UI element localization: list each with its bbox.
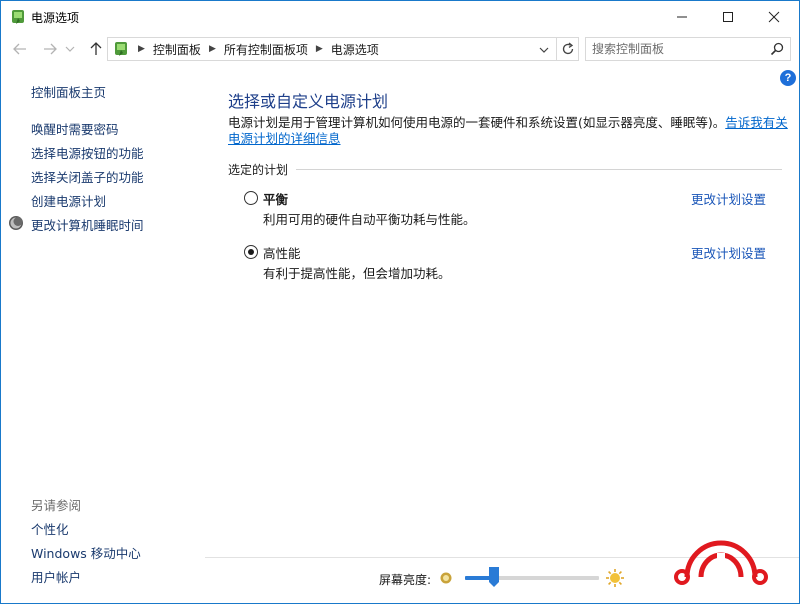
brightness-label: 屏幕亮度: <box>379 573 432 587</box>
title-bar[interactable]: 电源选项 <box>1 1 799 33</box>
address-bar[interactable]: ▶ 控制面板 ▶ 所有控制面板项 ▶ 电源选项 <box>107 37 579 61</box>
arrow-up-icon <box>90 42 102 55</box>
brightness-low-icon <box>440 572 452 584</box>
headphones-logo-icon <box>674 540 768 585</box>
brightness-slider-thumb[interactable] <box>489 567 499 587</box>
breadcrumb-power-options[interactable]: 电源选项 <box>331 41 379 58</box>
maximize-icon <box>723 12 733 22</box>
sidebar: 控制面板主页 唤醒时需要密码 选择电源按钮的功能 选择关闭盖子的功能 创建电源计… <box>1 65 205 603</box>
sidebar-link-create-plan[interactable]: 创建电源计划 <box>31 191 106 210</box>
recent-locations-button[interactable] <box>63 38 77 60</box>
search-icon[interactable] <box>770 42 784 56</box>
chevron-down-icon <box>539 47 549 53</box>
plan-name-balanced[interactable]: 平衡 <box>263 189 288 208</box>
sidebar-link-power-buttons[interactable]: 选择电源按钮的功能 <box>31 143 144 162</box>
refresh-icon <box>562 42 573 55</box>
address-history-button[interactable] <box>536 42 552 58</box>
brightness-high-icon <box>606 569 624 587</box>
close-icon <box>768 11 780 23</box>
sidebar-link-personalization[interactable]: 个性化 <box>31 519 69 538</box>
section-divider <box>296 168 782 170</box>
power-options-window: 电源选项 ▶ 控制面板 ▶ 所有控制面板项 ▶ 电源选项 搜索控制面板 ? 控制… <box>0 0 800 604</box>
arrow-left-icon <box>13 43 26 55</box>
maximize-button[interactable] <box>705 1 751 33</box>
search-box[interactable] <box>585 37 791 61</box>
sidebar-link-mobility-center[interactable]: Windows 移动中心 <box>31 543 141 562</box>
refresh-button[interactable] <box>556 38 578 60</box>
page-description: 电源计划是用于管理计算机如何使用电源的一套硬件和系统设置(如显示器亮度、睡眠等)… <box>228 115 788 147</box>
navigation-bar: ▶ 控制面板 ▶ 所有控制面板项 ▶ 电源选项 <box>1 34 799 64</box>
chevron-right-icon[interactable]: ▶ <box>209 44 216 54</box>
up-button[interactable] <box>85 38 107 60</box>
sleep-moon-icon <box>9 216 23 230</box>
sidebar-link-require-password[interactable]: 唤醒时需要密码 <box>31 119 119 138</box>
description-text: 电源计划是用于管理计算机如何使用电源的一套硬件和系统设置(如显示器亮度、睡眠等)… <box>228 115 726 130</box>
sidebar-link-user-accounts[interactable]: 用户帐户 <box>31 567 81 586</box>
chevron-right-icon: ▶ <box>138 44 145 54</box>
plan-name-high-performance[interactable]: 高性能 <box>263 243 301 262</box>
arrow-right-icon <box>44 43 57 55</box>
search-input[interactable] <box>592 39 762 59</box>
minimize-button[interactable] <box>659 1 705 33</box>
plan-radio-balanced[interactable] <box>244 191 258 205</box>
section-heading: 选定的计划 <box>228 162 289 177</box>
plan-description-high-performance: 有利于提高性能，但会增加功耗。 <box>263 266 451 281</box>
plan-description-balanced: 利用可用的硬件自动平衡功耗与性能。 <box>263 212 476 227</box>
control-panel-icon <box>115 42 127 56</box>
brightness-slider-track[interactable] <box>465 576 599 580</box>
chevron-right-icon[interactable]: ▶ <box>316 44 323 54</box>
forward-button[interactable] <box>39 38 61 60</box>
page-title: 选择或自定义电源计划 <box>228 92 389 111</box>
sidebar-link-lid-close[interactable]: 选择关闭盖子的功能 <box>31 167 144 186</box>
change-plan-settings-balanced[interactable]: 更改计划设置 <box>691 189 766 208</box>
plan-radio-high-performance[interactable] <box>244 245 258 259</box>
back-button[interactable] <box>9 38 31 60</box>
window-title: 电源选项 <box>31 11 80 25</box>
breadcrumb-all-items[interactable]: 所有控制面板项 <box>224 41 308 58</box>
see-also-heading: 另请参阅 <box>31 498 82 513</box>
selected-plans-section: 选定的计划 <box>228 161 782 177</box>
close-button[interactable] <box>751 1 797 33</box>
breadcrumb-control-panel[interactable]: 控制面板 <box>153 41 201 58</box>
help-icon[interactable]: ? <box>780 70 796 86</box>
sidebar-link-sleep-time[interactable]: 更改计算机睡眠时间 <box>31 215 144 234</box>
sidebar-link-control-panel-home[interactable]: 控制面板主页 <box>31 82 106 101</box>
change-plan-settings-high-performance[interactable]: 更改计划设置 <box>691 243 766 262</box>
chevron-down-icon <box>65 46 75 52</box>
power-options-app-icon <box>12 10 24 24</box>
minimize-icon <box>677 16 687 18</box>
